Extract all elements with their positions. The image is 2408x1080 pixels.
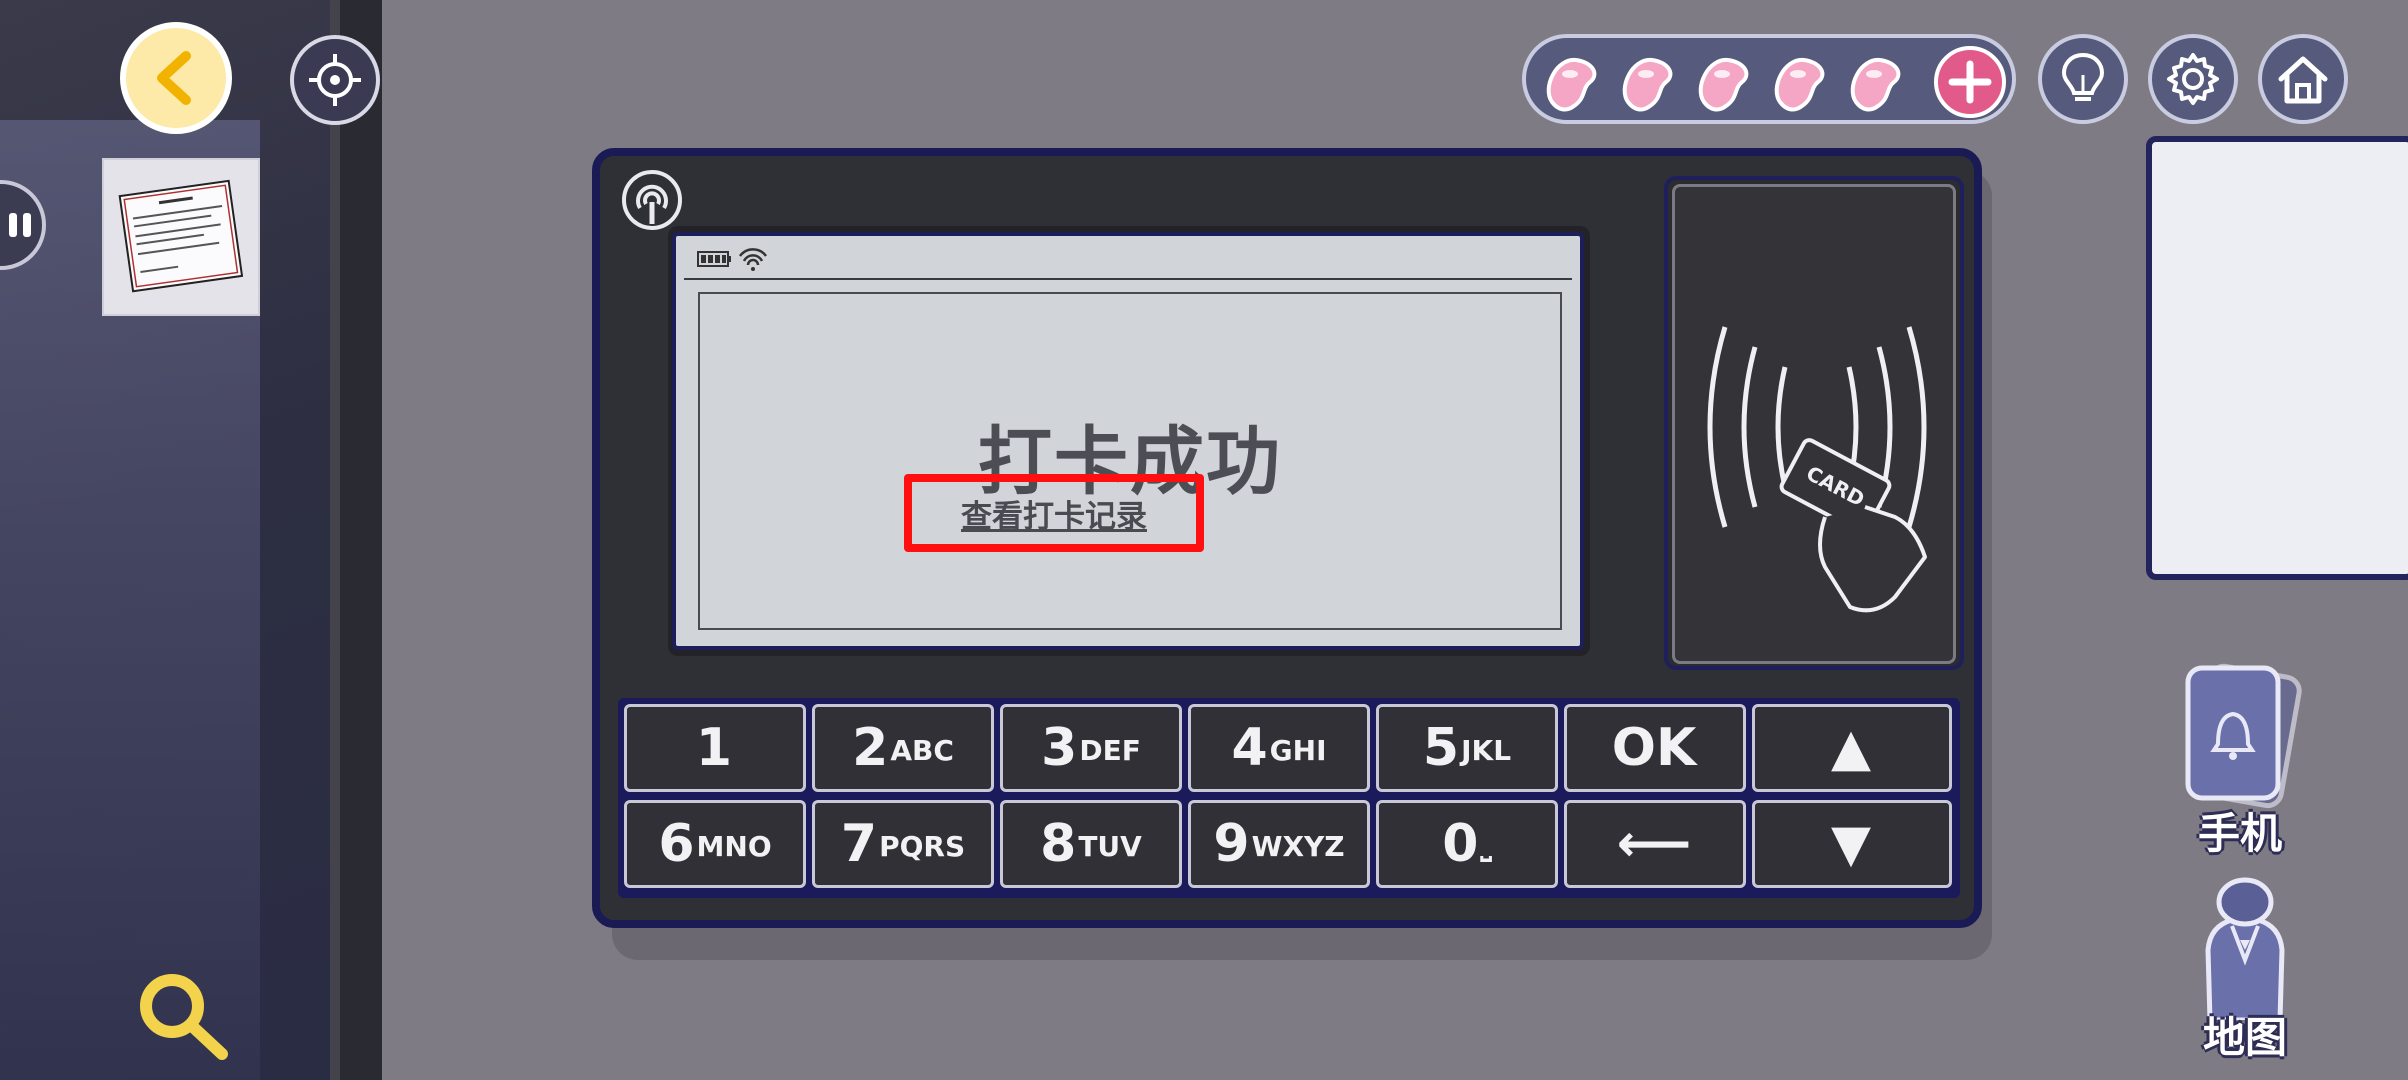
gear-icon (2167, 53, 2219, 105)
key-letters: ABC (890, 734, 954, 767)
key-digit: 5 (1422, 718, 1460, 778)
hint-button[interactable] (2038, 34, 2128, 124)
phone-icon (2185, 663, 2302, 809)
locate-button[interactable] (290, 35, 380, 125)
key-8[interactable]: 8 TUV (1000, 800, 1182, 888)
wifi-icon (738, 248, 768, 271)
key-letters: GHI (1269, 734, 1327, 767)
key-backspace[interactable]: ⟵ (1564, 800, 1746, 888)
inventory-item-slot[interactable] (102, 158, 260, 316)
key-down[interactable]: ▼ (1752, 800, 1952, 888)
phone-label: 手机 (2197, 809, 2282, 858)
key-digit: 2 (852, 718, 889, 778)
key-digit: 7 (840, 814, 878, 874)
key-0[interactable]: 0 ⎵ (1376, 800, 1558, 888)
space-icon: ⎵ (1480, 829, 1492, 862)
map-character-icon (2205, 877, 2285, 1023)
pause-icon (9, 213, 31, 237)
phone-button[interactable]: 手机 (2160, 660, 2320, 860)
status-divider (684, 278, 1572, 280)
key-5[interactable]: 5 JKL (1376, 704, 1558, 792)
door-frame (330, 0, 382, 1080)
key-4[interactable]: 4 GHI (1188, 704, 1370, 792)
key-3[interactable]: 3 DEF (1000, 704, 1182, 792)
map-button[interactable]: 地图 (2170, 870, 2320, 1070)
card-reader-pad[interactable]: CARD (1672, 184, 1956, 664)
crosshair-icon (309, 54, 361, 106)
key-2[interactable]: 2 ABC (812, 704, 994, 792)
search-button[interactable] (130, 966, 240, 1066)
document-icon (118, 179, 244, 293)
key-1[interactable]: 1 (624, 704, 806, 792)
backspace-arrow-icon: ⟵ (1616, 814, 1692, 874)
pink-bean-icon (1850, 57, 1901, 112)
magnifier-icon (140, 974, 228, 1060)
plus-icon (1948, 60, 1992, 104)
home-icon (2278, 56, 2328, 104)
key-up[interactable]: ▲ (1752, 704, 1952, 792)
add-energy-button[interactable] (1934, 46, 2006, 118)
key-digit: 3 (1041, 718, 1078, 778)
key-digit: OK (1611, 718, 1697, 778)
battery-icon (697, 251, 731, 267)
door-frame-edge (330, 0, 340, 1080)
view-checkin-records-label: 查看打卡记录 (961, 498, 1147, 535)
map-label: 地图 (2202, 1013, 2287, 1062)
key-letters: MNO (696, 830, 772, 863)
key-digit: 1 (695, 718, 733, 778)
terminal-screen: 打卡成功 查看打卡记录 (672, 232, 1584, 650)
key-letters: JKL (1461, 734, 1512, 767)
pink-bean-icon (1546, 57, 1597, 112)
key-6[interactable]: 6 MNO (624, 800, 806, 888)
key-digit: 0 (1442, 814, 1479, 874)
key-letters: PQRS (879, 830, 966, 863)
status-icons (697, 248, 768, 271)
tap-card-icon: CARD (1707, 326, 1927, 613)
key-letters: DEF (1079, 734, 1141, 767)
key-digit: 6 (658, 814, 695, 874)
key-7[interactable]: 7 PQRS (812, 800, 994, 888)
view-checkin-records-link[interactable]: 查看打卡记录 (904, 474, 1204, 552)
pink-bean-icon (1774, 57, 1825, 112)
arrow-up-icon: ▲ (1831, 718, 1871, 778)
settings-button[interactable] (2148, 34, 2238, 124)
back-button[interactable] (120, 22, 232, 134)
arrow-down-icon: ▼ (1831, 814, 1871, 874)
energy-bar (1522, 34, 2016, 124)
keypad: 1 2 ABC 3 DEF 4 GHI 5 JKL OK ▲ 6 MNO 7 P… (618, 698, 1960, 898)
home-button[interactable] (2258, 34, 2348, 124)
key-digit: 9 (1213, 814, 1250, 874)
pink-bean-icon (1622, 57, 1673, 112)
key-ok[interactable]: OK (1564, 704, 1746, 792)
nfc-signal-icon (622, 170, 682, 230)
key-9[interactable]: 9 WXYZ (1188, 800, 1370, 888)
key-digit: 8 (1040, 814, 1077, 874)
pink-bean-icon (1698, 57, 1749, 112)
key-digit: 4 (1231, 718, 1268, 778)
key-letters: WXYZ (1251, 830, 1345, 863)
side-notice-board[interactable] (2146, 136, 2408, 580)
lightbulb-icon (2061, 52, 2105, 101)
message-area: 打卡成功 查看打卡记录 (698, 292, 1562, 630)
key-letters: TUV (1078, 830, 1142, 863)
chevron-left-icon (157, 51, 191, 105)
